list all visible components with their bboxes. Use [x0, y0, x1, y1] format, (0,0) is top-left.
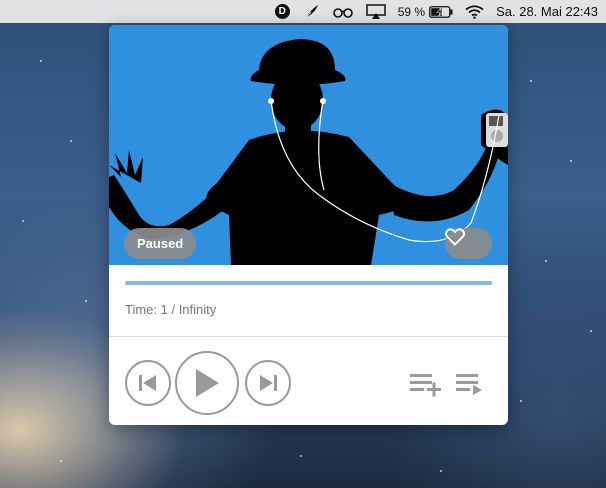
time-label: Time: 1 / Infinity	[125, 302, 217, 317]
playback-status-badge: Paused	[124, 228, 197, 259]
menu-bar: D 59 % Sa. 28. Mai 22:43	[0, 0, 606, 23]
next-track-button[interactable]	[245, 360, 291, 406]
previous-track-button[interactable]	[125, 360, 171, 406]
play-queue-icon	[456, 374, 482, 395]
divider	[109, 336, 508, 337]
battery-status[interactable]: 59 %	[398, 0, 453, 23]
play-button[interactable]	[175, 351, 239, 415]
add-to-queue-icon	[410, 374, 441, 397]
playback-progress-bar[interactable]	[125, 281, 492, 285]
next-track-icon	[260, 375, 277, 391]
d-app-icon-letter: D	[274, 4, 290, 19]
glasses-icon[interactable]	[332, 0, 354, 23]
music-player-popover: Paused Time: 1 / Infinity	[109, 25, 508, 425]
album-artwork: Paused	[109, 25, 508, 265]
menubar-clock[interactable]: Sa. 28. Mai 22:43	[496, 0, 598, 23]
feather-icon[interactable]	[302, 0, 320, 23]
battery-percentage: 59 %	[397, 4, 426, 19]
d-app-icon[interactable]: D	[274, 0, 290, 23]
airplay-icon[interactable]	[365, 0, 386, 23]
wifi-icon[interactable]	[465, 0, 484, 23]
playback-progress-fill	[125, 281, 492, 285]
play-queue-button[interactable]	[453, 369, 487, 399]
play-icon	[196, 369, 219, 397]
add-to-queue-button[interactable]	[409, 369, 443, 399]
heart-icon	[445, 228, 465, 246]
previous-track-icon	[139, 375, 156, 391]
favorite-button[interactable]	[445, 228, 492, 259]
battery-charging-icon	[429, 5, 453, 18]
